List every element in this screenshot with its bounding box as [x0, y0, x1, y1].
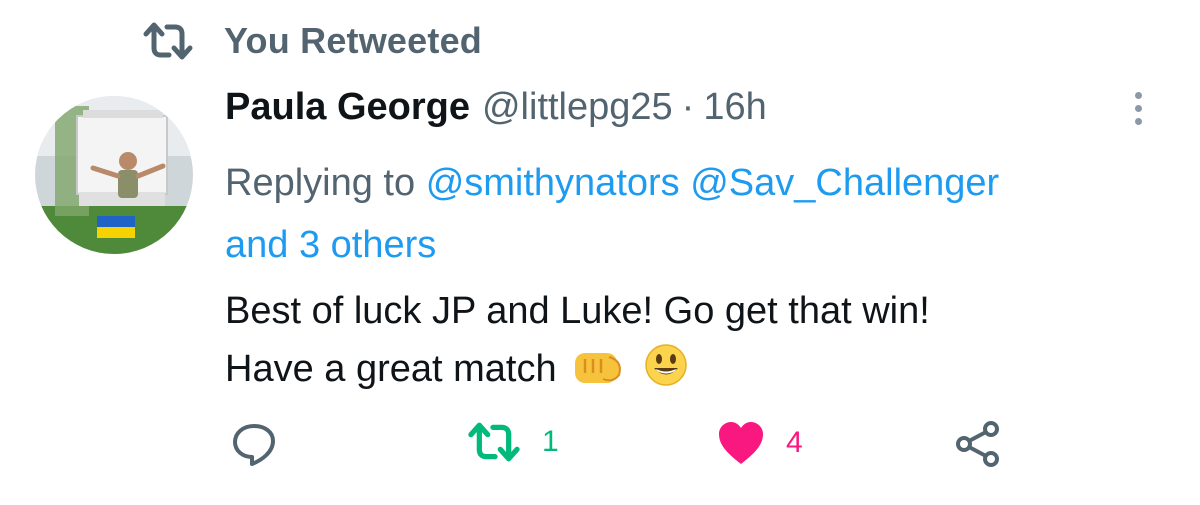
replying-prefix: Replying to: [225, 162, 416, 204]
others-link[interactable]: and 3 others: [225, 224, 436, 266]
oncoming-fist-emoji-icon: [573, 346, 627, 404]
retweet-context: You Retweeted: [142, 20, 482, 62]
tweet-text-line: Have a great match: [225, 348, 557, 390]
retweet-count: 1: [542, 425, 559, 458]
replying-to: Replying to @smithynators @Sav_Challenge…: [225, 152, 1165, 276]
avatar-image: [35, 96, 193, 254]
author-name[interactable]: Paula George: [225, 86, 470, 129]
tweet-header: Paula George @littlepg25 · 16h: [225, 86, 767, 129]
more-options-icon[interactable]: [1128, 92, 1148, 132]
heart-icon: [719, 422, 763, 464]
tweet-text: Best of luck JP and Luke! Go get that wi…: [225, 282, 1155, 404]
tweet-timestamp[interactable]: 16h: [703, 86, 766, 129]
like-button[interactable]: 4: [716, 420, 803, 466]
mention-link[interactable]: @Sav_Challenger: [690, 162, 999, 204]
header-separator: ·: [681, 86, 695, 128]
reply-button[interactable]: [230, 420, 278, 468]
retweeted-label: You Retweeted: [224, 20, 482, 61]
retweet-icon: [143, 22, 193, 60]
like-count: 4: [786, 426, 803, 459]
avatar[interactable]: [35, 96, 193, 254]
tweet-text-line: Best of luck JP and Luke! Go get that wi…: [225, 290, 930, 332]
retweet-icon: [468, 422, 520, 462]
share-icon: [956, 421, 999, 467]
share-button[interactable]: [955, 420, 1001, 468]
reply-icon: [233, 424, 275, 466]
mention-link[interactable]: @smithynators: [426, 162, 680, 204]
author-handle[interactable]: @littlepg25: [482, 86, 673, 129]
grinning-face-emoji-icon: [644, 343, 688, 404]
retweet-button[interactable]: 1: [466, 420, 559, 464]
